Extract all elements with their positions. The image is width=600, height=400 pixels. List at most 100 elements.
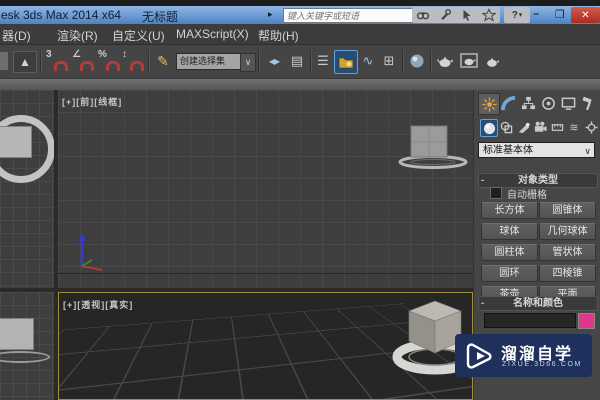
viewport-front[interactable]: [+][前][线框] bbox=[58, 90, 473, 288]
motion-wheel-icon bbox=[541, 96, 555, 110]
viewport-left-clipped[interactable] bbox=[0, 292, 54, 400]
button-box[interactable]: 长方体 bbox=[481, 202, 538, 219]
cursor-arrow-icon[interactable] bbox=[460, 8, 474, 22]
minimize-button[interactable]: – bbox=[533, 8, 539, 20]
torus-object-left-view[interactable] bbox=[0, 351, 50, 363]
button-geosphere[interactable]: 几何球体 bbox=[539, 223, 596, 240]
box-torus-object-front-view[interactable] bbox=[396, 118, 470, 170]
named-selection-set-dropdown[interactable]: 创建选择集 bbox=[176, 53, 243, 70]
wrench-icon[interactable] bbox=[438, 8, 452, 22]
button-cylinder[interactable]: 圆柱体 bbox=[481, 244, 538, 261]
category-cameras[interactable] bbox=[532, 119, 548, 135]
align-icon[interactable]: ▤ bbox=[287, 51, 307, 71]
material-editor-icon[interactable] bbox=[408, 51, 426, 71]
collapse-icon: - bbox=[481, 175, 485, 186]
edit-named-selection-sets-icon[interactable]: ✎ bbox=[153, 51, 173, 71]
viewport-top-clipped[interactable] bbox=[0, 90, 54, 288]
percent-snap-toggle-icon[interactable]: % bbox=[98, 49, 122, 72]
category-systems[interactable] bbox=[583, 119, 599, 135]
toolbar-separator bbox=[258, 50, 260, 72]
spinner-snap-toggle-icon[interactable]: ↕ bbox=[122, 49, 146, 72]
shapes-icon bbox=[500, 121, 512, 133]
selection-set-chevron-icon[interactable]: ∨ bbox=[240, 53, 256, 72]
category-helpers[interactable] bbox=[549, 119, 565, 135]
manage-layers-icon[interactable]: ☰ bbox=[314, 51, 332, 71]
toolbar-viewport-divider-strip bbox=[0, 79, 600, 90]
menu-customize[interactable]: 自定义(U) bbox=[112, 27, 165, 44]
create-sunburst-icon bbox=[481, 96, 497, 112]
button-cone[interactable]: 圆锥体 bbox=[539, 202, 596, 219]
chevron-down-icon: ∨ bbox=[584, 146, 591, 156]
autogrid-row: 自动栅格 bbox=[490, 187, 547, 201]
document-title: 无标题 bbox=[142, 10, 179, 24]
magnet-icon bbox=[54, 61, 68, 71]
tape-measure-icon bbox=[551, 123, 563, 131]
object-name-input[interactable] bbox=[484, 313, 576, 328]
rollout-name-color[interactable]: - 名称和颜色 bbox=[478, 296, 598, 311]
category-shapes[interactable] bbox=[498, 119, 514, 135]
favorites-star-icon[interactable] bbox=[481, 8, 497, 22]
menu-rendering[interactable]: 渲染(R) bbox=[57, 27, 98, 44]
snaps-toggle-3d-icon[interactable]: 3 bbox=[46, 49, 70, 72]
up-arrow-button[interactable]: ▲ bbox=[13, 51, 37, 73]
viewport-front-label[interactable]: [+][前][线框] bbox=[62, 95, 122, 108]
rendered-frame-window-icon[interactable] bbox=[459, 51, 479, 71]
button-tube[interactable]: 管状体 bbox=[539, 244, 596, 261]
clipped-toolbar-icon[interactable] bbox=[0, 52, 8, 70]
main-toolbar: ▲ 3 ∠ % ↕ ✎ 创建选择集 ∨ ◀▶ ▤ ☰ ∿ ⊞ bbox=[0, 45, 600, 79]
infocenter-icon-strip bbox=[412, 7, 500, 23]
tab-create[interactable] bbox=[478, 93, 500, 115]
tab-modify[interactable] bbox=[498, 93, 518, 113]
modify-bend-icon bbox=[500, 95, 515, 110]
world-axis-tripod-icon bbox=[78, 233, 103, 271]
primitive-category-select[interactable]: 标准基本体 ∨ bbox=[478, 142, 595, 158]
magnet-icon bbox=[80, 61, 94, 71]
object-color-swatch[interactable] bbox=[578, 313, 595, 329]
camera-icon bbox=[534, 121, 547, 132]
play-logo-icon bbox=[466, 343, 492, 369]
infocenter-search-input[interactable] bbox=[283, 8, 413, 23]
tab-motion[interactable] bbox=[538, 93, 558, 113]
tab-hierarchy[interactable] bbox=[518, 93, 538, 113]
tab-utilities[interactable] bbox=[578, 93, 598, 113]
3dsmax-window: esk 3ds Max 2014 x64 无标题 ▸ ? ▾ – ❐ ✕ bbox=[0, 0, 600, 400]
title-bar[interactable]: esk 3ds Max 2014 x64 无标题 ▸ ? ▾ – ❐ ✕ bbox=[0, 6, 600, 24]
front-ground-axis-line bbox=[58, 273, 473, 274]
category-space-warps-icon[interactable]: ≋ bbox=[566, 119, 582, 135]
menu-graph-editors[interactable]: 器(D) bbox=[2, 27, 31, 44]
box-object-top-view[interactable] bbox=[0, 126, 32, 158]
maximize-button[interactable]: ❐ bbox=[555, 8, 565, 21]
viewport-perspective-active[interactable]: [+][透视][真实] bbox=[58, 292, 473, 400]
menu-help[interactable]: 帮助(H) bbox=[258, 27, 299, 44]
button-pyramid[interactable]: 四棱锥 bbox=[539, 265, 596, 282]
tab-display[interactable] bbox=[558, 93, 578, 113]
toolbar-separator bbox=[40, 50, 42, 72]
box-object-left-view[interactable] bbox=[0, 318, 34, 350]
mirror-icon[interactable]: ◀▶ bbox=[263, 51, 285, 71]
search-binoculars-icon[interactable] bbox=[416, 8, 430, 22]
autogrid-checkbox[interactable] bbox=[490, 187, 502, 199]
help-menu-button[interactable]: ? ▾ bbox=[504, 7, 530, 23]
menu-maxscript[interactable]: MAXScript(X) bbox=[176, 27, 249, 41]
button-sphere[interactable]: 球体 bbox=[481, 223, 538, 240]
autogrid-label: 自动栅格 bbox=[507, 189, 547, 201]
rollout-name-color-title: 名称和颜色 bbox=[513, 298, 563, 309]
viewport-perspective-label[interactable]: [+][透视][真实] bbox=[63, 298, 133, 311]
category-geometry[interactable] bbox=[480, 119, 498, 137]
close-button[interactable]: ✕ bbox=[571, 7, 600, 23]
curve-editor-icon[interactable]: ∿ bbox=[359, 51, 377, 71]
geometry-sphere-icon bbox=[483, 122, 495, 134]
render-setup-teapot-icon[interactable] bbox=[435, 51, 455, 71]
hierarchy-tree-icon bbox=[521, 96, 535, 109]
collapse-icon: - bbox=[481, 298, 485, 309]
category-lights[interactable] bbox=[515, 119, 531, 135]
schematic-view-icon[interactable]: ⊞ bbox=[380, 51, 398, 71]
angle-snap-toggle-icon[interactable]: ∠ bbox=[72, 49, 96, 72]
button-torus[interactable]: 圆环 bbox=[481, 265, 538, 282]
toolbar-overflow-arrow-icon[interactable]: ▸ bbox=[268, 9, 273, 20]
watermark-url: ZIXUE.3D66.COM bbox=[502, 361, 582, 368]
graphite-scene-explorer-icon[interactable] bbox=[334, 50, 358, 74]
render-production-teapot-icon[interactable] bbox=[483, 51, 501, 71]
toolbar-separator bbox=[430, 50, 432, 72]
menu-bar: 器(D) 渲染(R) 自定义(U) MAXScript(X) 帮助(H) bbox=[0, 24, 600, 45]
